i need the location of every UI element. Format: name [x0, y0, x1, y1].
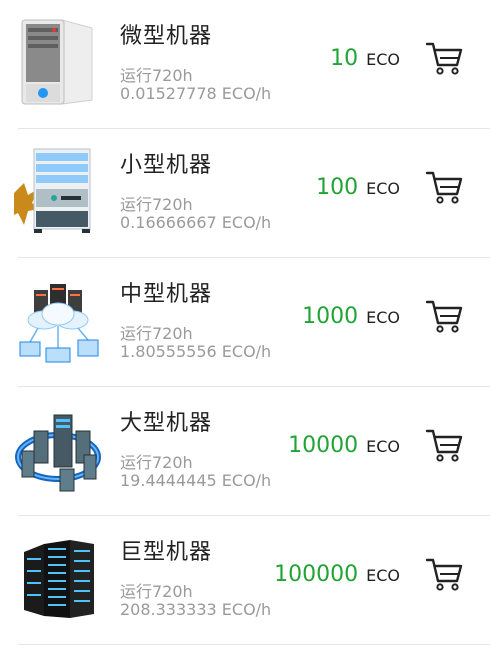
- machine-name: 中型机器: [120, 282, 213, 307]
- add-to-cart-button[interactable]: [424, 425, 464, 465]
- price-unit: ECO: [366, 437, 400, 456]
- machine-name: 微型机器: [120, 24, 213, 49]
- price-unit: ECO: [366, 308, 400, 327]
- add-to-cart-button[interactable]: [424, 38, 464, 78]
- price-unit: ECO: [366, 179, 400, 198]
- add-to-cart-button[interactable]: [424, 554, 464, 594]
- price: 100000 ECO: [274, 562, 400, 587]
- list-item[interactable]: 巨型机器 运行720h 208.333333 ECO/h 100000 ECO: [0, 516, 490, 645]
- cloud-network-icon: [14, 272, 104, 366]
- rate-text: 208.333333 ECO/h: [120, 600, 272, 619]
- rate-text: 19.4444445 ECO/h: [120, 471, 272, 490]
- machine-name: 大型机器: [120, 411, 213, 436]
- add-to-cart-button[interactable]: [424, 167, 464, 207]
- machine-name: 巨型机器: [120, 540, 213, 565]
- price-value: 100: [316, 175, 359, 200]
- cart-icon: [425, 300, 463, 333]
- runtime-text: 运行720h: [120, 453, 193, 472]
- price-value: 10: [330, 46, 359, 71]
- list-item[interactable]: 中型机器 运行720h 1.80555556 ECO/h 1000 ECO: [0, 258, 490, 387]
- price: 100 ECO: [316, 175, 400, 200]
- list-item[interactable]: 微型机器 运行720h 0.01527778 ECO/h 10 ECO: [0, 0, 490, 129]
- price-value: 100000: [274, 562, 359, 587]
- runtime-text: 运行720h: [120, 195, 193, 214]
- machine-name: 小型机器: [120, 153, 213, 178]
- server-cabinets-icon: [14, 530, 104, 624]
- tower-server-icon: [14, 14, 104, 108]
- price-value: 1000: [302, 304, 359, 329]
- cart-icon: [425, 171, 463, 204]
- price: 10 ECO: [330, 46, 400, 71]
- price-unit: ECO: [366, 50, 400, 69]
- price: 10000 ECO: [288, 433, 400, 458]
- runtime-text: 运行720h: [120, 66, 193, 85]
- list-item[interactable]: 大型机器 运行720h 19.4444445 ECO/h 10000 ECO: [0, 387, 490, 516]
- list-item[interactable]: 小型机器 运行720h 0.16666667 ECO/h 100 ECO: [0, 129, 490, 258]
- price: 1000 ECO: [302, 304, 400, 329]
- price-unit: ECO: [366, 566, 400, 585]
- rate-text: 1.80555556 ECO/h: [120, 342, 272, 361]
- cart-icon: [425, 429, 463, 462]
- cart-icon: [425, 42, 463, 75]
- runtime-text: 运行720h: [120, 324, 193, 343]
- rate-text: 0.16666667 ECO/h: [120, 213, 272, 232]
- datacenter-ring-icon: [14, 401, 104, 495]
- add-to-cart-button[interactable]: [424, 296, 464, 336]
- rack-server-icon: [14, 143, 104, 237]
- rate-text: 0.01527778 ECO/h: [120, 84, 272, 103]
- runtime-text: 运行720h: [120, 582, 193, 601]
- price-value: 10000: [288, 433, 359, 458]
- cart-icon: [425, 558, 463, 591]
